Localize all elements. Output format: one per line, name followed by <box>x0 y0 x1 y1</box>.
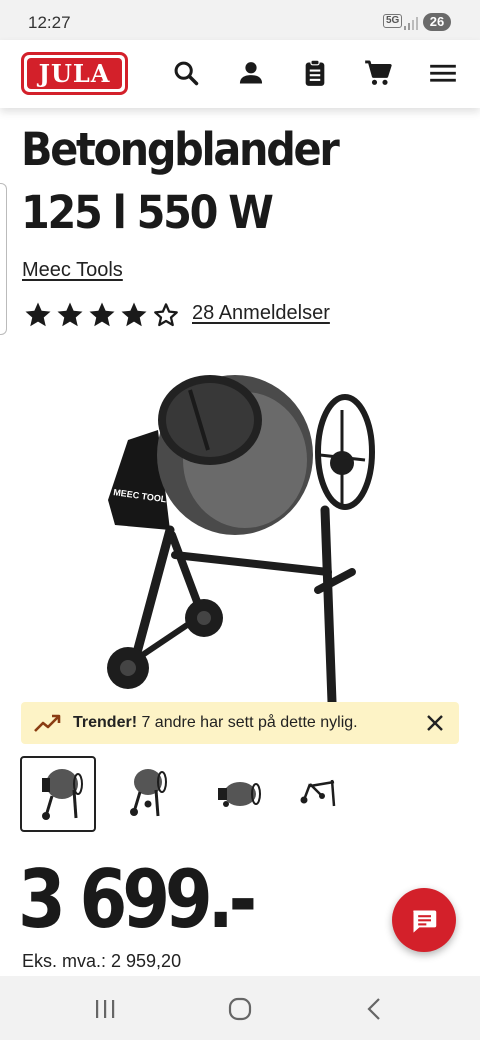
thumbnail-3[interactable] <box>204 756 280 832</box>
menu-icon[interactable] <box>429 59 457 87</box>
battery-icon: 26 <box>423 13 451 31</box>
thumbnail-image <box>300 779 336 807</box>
star-outline-icon <box>154 303 178 327</box>
search-icon[interactable] <box>172 59 200 87</box>
site-header: JULA <box>0 40 480 108</box>
home-icon[interactable] <box>225 994 255 1024</box>
thumbnail-4[interactable] <box>296 756 372 832</box>
chat-icon <box>413 910 437 933</box>
recent-apps-icon[interactable] <box>90 994 120 1024</box>
network-type-icon: 5G <box>383 14 403 28</box>
thumbnail-image <box>130 769 167 817</box>
signal-icon <box>404 17 418 30</box>
trend-title: Trender! <box>73 714 138 731</box>
product-title: Betongblander 125 l 550 W <box>21 123 340 239</box>
product-price: 3 699.- <box>18 853 257 946</box>
thumbnail-1[interactable] <box>20 756 96 832</box>
back-icon[interactable] <box>360 994 390 1024</box>
logo-text: JULA <box>27 58 122 89</box>
thumbnail-image <box>218 782 261 807</box>
jula-logo[interactable]: JULA <box>21 52 128 95</box>
price-ex-vat: Eks. mva.: 2 959,20 <box>22 951 182 971</box>
star-filled-icon <box>57 302 83 327</box>
system-nav-bar <box>0 976 480 1040</box>
star-filled-icon <box>25 302 51 327</box>
side-drawer-handle[interactable] <box>0 183 7 335</box>
status-time: 12:27 <box>28 13 71 32</box>
reviews-link[interactable]: 28 Anmeldelser <box>192 302 330 325</box>
trending-up-icon <box>34 714 61 732</box>
close-icon[interactable] <box>425 713 445 733</box>
status-bar: 12:27 5G 26 <box>0 0 480 40</box>
trend-body: 7 andre har sett på dette nylig. <box>137 714 358 731</box>
thumbnail-image <box>42 769 83 820</box>
shopping-list-icon[interactable] <box>301 59 329 87</box>
product-image[interactable]: MEEC TOOLS <box>90 360 390 705</box>
rating-stars[interactable] <box>22 300 182 330</box>
chat-button[interactable] <box>392 888 456 952</box>
trend-message: Trender! 7 andre har sett på dette nylig… <box>73 714 358 732</box>
trend-banner: Trender! 7 andre har sett på dette nylig… <box>21 702 459 744</box>
account-icon[interactable] <box>237 59 265 87</box>
star-filled-icon <box>121 302 147 327</box>
thumbnail-2[interactable] <box>112 756 188 832</box>
brand-link[interactable]: Meec Tools <box>22 259 123 282</box>
cart-icon[interactable] <box>364 59 392 87</box>
star-filled-icon <box>89 302 115 327</box>
